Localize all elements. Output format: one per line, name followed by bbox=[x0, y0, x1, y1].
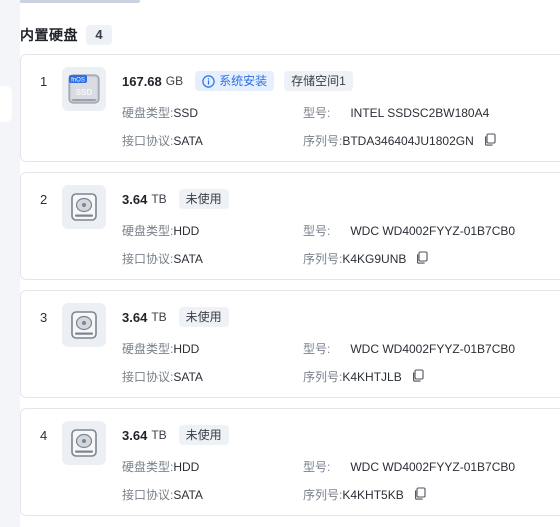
left-rail-handle[interactable] bbox=[0, 86, 12, 122]
field-label: 序列号: bbox=[303, 252, 343, 266]
interface-field: 接口协议: SATA bbox=[122, 251, 203, 267]
serial-field: 序列号: K4KHTJLB bbox=[303, 368, 424, 386]
model-value: WDC WD4002FYYZ-01B7CB0 bbox=[350, 460, 516, 474]
disk-type-value: SSD bbox=[173, 106, 199, 120]
capacity-value: 3.64 bbox=[122, 191, 148, 207]
serial-value: K4KHTJLB bbox=[342, 370, 402, 384]
serial-field: 序列号: BTDA346404JU1802GN bbox=[303, 132, 496, 150]
model-value: WDC WD4002FYYZ-01B7CB0 bbox=[350, 224, 516, 238]
unused-tag: 未使用 bbox=[178, 307, 229, 327]
disk-type-value: HDD bbox=[173, 460, 200, 474]
tag-label: 未使用 bbox=[185, 192, 222, 206]
field-label: 型号: bbox=[303, 106, 331, 120]
field-label: 序列号: bbox=[303, 488, 343, 502]
serial-value: K4KG9UNB bbox=[342, 252, 407, 266]
field-label: 硬盘类型: bbox=[122, 106, 174, 120]
hard-disk-icon bbox=[62, 303, 106, 347]
field-label: 接口协议: bbox=[122, 134, 174, 148]
model-field: 型号: INTEL SSDSC2BW180A4 bbox=[303, 105, 489, 121]
capacity-value: 3.64 bbox=[122, 427, 148, 443]
capacity-unit: TB bbox=[151, 192, 167, 206]
model-field: 型号: WDC WD4002FYYZ-01B7CB0 bbox=[303, 341, 515, 357]
disk-index: 4 bbox=[40, 428, 48, 443]
unused-tag: 未使用 bbox=[178, 189, 229, 209]
interface-value: SATA bbox=[173, 134, 203, 148]
interface-value: SATA bbox=[173, 488, 203, 502]
field-label: 硬盘类型: bbox=[122, 224, 174, 238]
disk-count-badge: 4 bbox=[86, 25, 112, 45]
disk-capacity: 3.64 TB 未使用 bbox=[122, 305, 229, 329]
disk-card[interactable]: 1 fnOS SSD 167.68 GB 系统安装 存储空间1 硬盘类型: SS… bbox=[20, 54, 560, 162]
field-label: 型号: bbox=[303, 224, 331, 238]
field-label: 接口协议: bbox=[122, 252, 174, 266]
disk-type-value: HDD bbox=[173, 342, 200, 356]
disk-index: 1 bbox=[40, 74, 48, 89]
interface-field: 接口协议: SATA bbox=[122, 369, 203, 385]
serial-value: BTDA346404JU1802GN bbox=[342, 134, 474, 148]
field-label: 序列号: bbox=[303, 134, 343, 148]
disk-index: 2 bbox=[40, 192, 48, 207]
model-field: 型号: WDC WD4002FYYZ-01B7CB0 bbox=[303, 223, 515, 239]
interface-field: 接口协议: SATA bbox=[122, 487, 203, 503]
field-label: 接口协议: bbox=[122, 370, 174, 384]
svg-text:SSD: SSD bbox=[76, 88, 93, 97]
unused-tag: 未使用 bbox=[178, 425, 229, 445]
capacity-value: 167.68 bbox=[122, 73, 162, 89]
serial-field: 序列号: K4KHT5KB bbox=[303, 486, 426, 504]
tag-label: 未使用 bbox=[185, 310, 222, 324]
serial-field: 序列号: K4KG9UNB bbox=[303, 250, 428, 268]
capacity-unit: GB bbox=[165, 74, 184, 88]
svg-text:fnOS: fnOS bbox=[71, 78, 85, 84]
capacity-unit: TB bbox=[151, 310, 167, 324]
tag-label: 存储空间1 bbox=[291, 74, 346, 88]
left-rail bbox=[0, 0, 20, 527]
interface-value: SATA bbox=[173, 252, 203, 266]
section-header: 内置硬盘 4 bbox=[20, 25, 112, 45]
storage-space-tag: 存储空间1 bbox=[284, 71, 353, 91]
disk-capacity: 3.64 TB 未使用 bbox=[122, 423, 229, 447]
disk-card[interactable]: 4 3.64 TB 未使用 硬盘类型: HDD 型号: WDC WD4002FY… bbox=[20, 408, 560, 516]
field-label: 型号: bbox=[303, 342, 331, 356]
disk-type-value: HDD bbox=[173, 224, 200, 238]
tab-underline bbox=[20, 0, 140, 3]
field-label: 接口协议: bbox=[122, 488, 174, 502]
interface-field: 接口协议: SATA bbox=[122, 133, 203, 149]
interface-value: SATA bbox=[173, 370, 203, 384]
section-title: 内置硬盘 bbox=[20, 27, 78, 43]
tag-label: 系统安装 bbox=[219, 74, 268, 88]
disk-type-field: 硬盘类型: HDD bbox=[122, 459, 199, 475]
hard-disk-icon bbox=[62, 421, 106, 465]
disk-type-field: 硬盘类型: HDD bbox=[122, 341, 199, 357]
tag-label: 未使用 bbox=[185, 428, 222, 442]
copy-icon[interactable] bbox=[415, 250, 428, 268]
hard-disk-icon bbox=[62, 185, 106, 229]
capacity-unit: TB bbox=[151, 428, 167, 442]
copy-icon[interactable] bbox=[411, 368, 424, 386]
capacity-value: 3.64 bbox=[122, 309, 148, 325]
field-label: 硬盘类型: bbox=[122, 342, 174, 356]
system-install-tag[interactable]: 系统安装 bbox=[195, 71, 275, 91]
field-label: 型号: bbox=[303, 460, 331, 474]
disk-index: 3 bbox=[40, 310, 48, 325]
copy-icon[interactable] bbox=[413, 486, 426, 504]
field-label: 序列号: bbox=[303, 370, 343, 384]
model-value: WDC WD4002FYYZ-01B7CB0 bbox=[350, 342, 516, 356]
model-field: 型号: WDC WD4002FYYZ-01B7CB0 bbox=[303, 459, 515, 475]
disk-type-field: 硬盘类型: HDD bbox=[122, 223, 199, 239]
disk-card[interactable]: 2 3.64 TB 未使用 硬盘类型: HDD 型号: WDC WD4002FY… bbox=[20, 172, 560, 280]
disk-type-field: 硬盘类型: SSD bbox=[122, 105, 198, 121]
disk-capacity: 3.64 TB 未使用 bbox=[122, 187, 229, 211]
serial-value: K4KHT5KB bbox=[342, 488, 404, 502]
field-label: 硬盘类型: bbox=[122, 460, 174, 474]
info-icon bbox=[202, 74, 215, 88]
disk-capacity: 167.68 GB 系统安装 存储空间1 bbox=[122, 69, 353, 93]
disk-card[interactable]: 3 3.64 TB 未使用 硬盘类型: HDD 型号: WDC WD4002FY… bbox=[20, 290, 560, 398]
fnos-ssd-icon: fnOS SSD bbox=[62, 67, 106, 111]
copy-icon[interactable] bbox=[483, 132, 496, 150]
model-value: INTEL SSDSC2BW180A4 bbox=[350, 106, 490, 120]
